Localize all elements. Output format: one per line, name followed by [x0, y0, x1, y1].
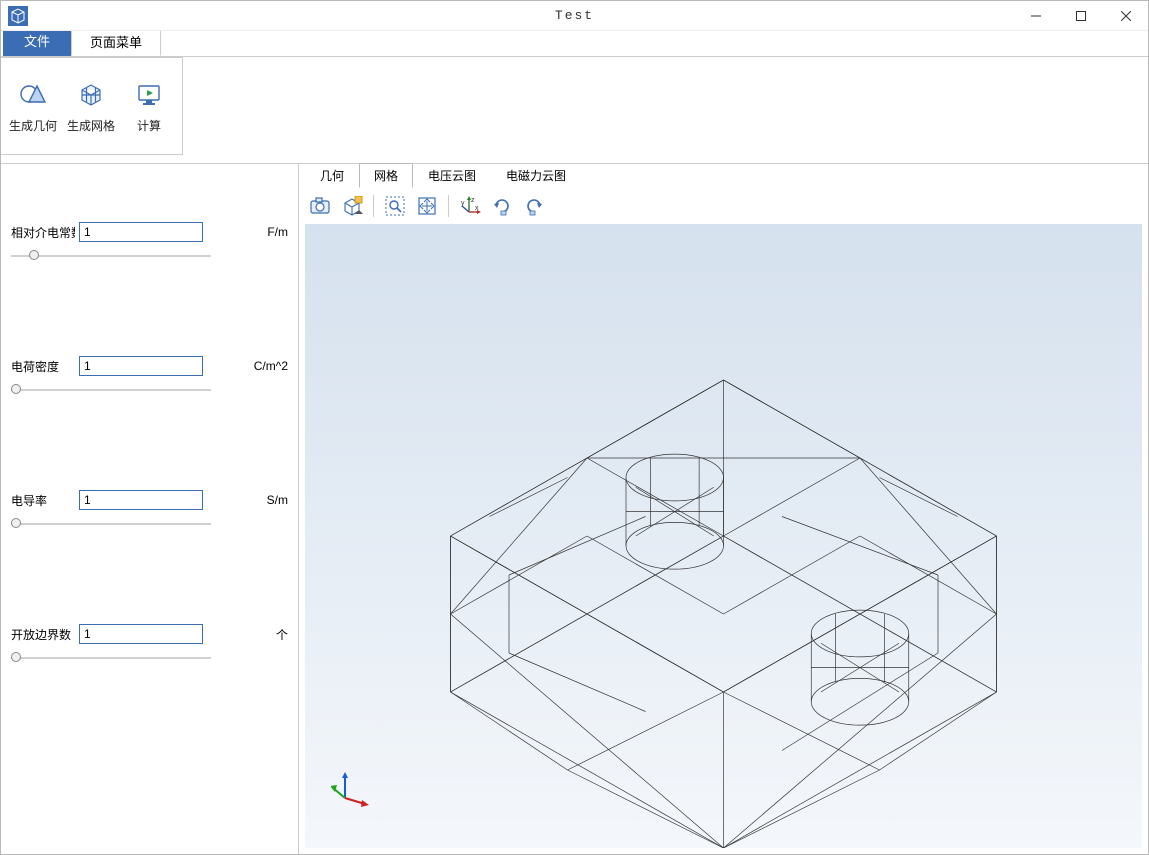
view-area: 几何 网格 电压云图 电磁力云图 — [299, 164, 1148, 854]
app-icon — [7, 5, 29, 27]
param-charge-density: 电荷密度 C/m^2 — [11, 356, 288, 398]
charge-density-label: 电荷密度 — [11, 358, 75, 375]
zoom-window-icon — [385, 196, 405, 216]
zoom-extents-button[interactable] — [412, 192, 442, 220]
main-area: 相对介电常数 F/m 电荷密度 C/m^2 — [1, 163, 1148, 854]
mesh-icon — [75, 79, 107, 111]
app-window: Test 文件 页面菜单 — [0, 0, 1149, 855]
open-boundary-slider[interactable] — [11, 650, 211, 666]
param-open-boundary: 开放边界数 个 — [11, 624, 288, 666]
charge-density-slider[interactable] — [11, 382, 211, 398]
view-tabs: 几何 网格 电压云图 电磁力云图 — [299, 164, 1148, 188]
charge-density-input[interactable] — [79, 356, 203, 376]
snapshot-button[interactable] — [305, 192, 335, 220]
view3d-button[interactable] — [337, 192, 367, 220]
tab-geometry[interactable]: 几何 — [305, 163, 359, 188]
minimize-button[interactable] — [1013, 1, 1058, 30]
generate-mesh-label: 生成网格 — [67, 117, 115, 134]
window-title: Test — [555, 8, 594, 23]
axis-triad — [331, 768, 371, 808]
rotate-ccw-button[interactable] — [519, 192, 549, 220]
rel-permittivity-label: 相对介电常数 — [11, 224, 75, 241]
zoom-window-button[interactable] — [380, 192, 410, 220]
geometry-icon — [17, 79, 49, 111]
axes-button[interactable]: z x y — [455, 192, 485, 220]
generate-geometry-button[interactable]: 生成几何 — [5, 75, 61, 138]
param-rel-permittivity: 相对介电常数 F/m — [11, 222, 288, 264]
axes-icon: z x y — [459, 196, 481, 216]
svg-text:y: y — [461, 200, 465, 207]
close-button[interactable] — [1103, 1, 1148, 30]
rel-permittivity-unit: F/m — [267, 225, 288, 239]
rotate-cw-button[interactable] — [487, 192, 517, 220]
toolbar-separator — [373, 195, 374, 217]
compute-button[interactable]: 计算 — [121, 75, 177, 138]
zoom-extents-icon — [417, 196, 437, 216]
open-boundary-unit: 个 — [276, 626, 288, 643]
charge-density-unit: C/m^2 — [254, 359, 288, 373]
tab-force[interactable]: 电磁力云图 — [491, 163, 581, 188]
rel-permittivity-input[interactable] — [79, 222, 203, 242]
ribbon-tabs: 文件 页面菜单 — [1, 31, 1148, 56]
open-boundary-input[interactable] — [79, 624, 203, 644]
side-panel: 相对介电常数 F/m 电荷密度 C/m^2 — [1, 164, 299, 854]
ribbon-panel-wrap: 生成几何 生成网格 计 — [1, 56, 1148, 155]
conductivity-slider[interactable] — [11, 516, 211, 532]
ribbon-panel: 生成几何 生成网格 计 — [1, 57, 183, 155]
svg-text:x: x — [475, 205, 479, 212]
viewport-3d[interactable] — [305, 224, 1142, 848]
tab-voltage[interactable]: 电压云图 — [413, 163, 491, 188]
camera-icon — [310, 197, 330, 215]
compute-label: 计算 — [137, 117, 161, 134]
generate-mesh-button[interactable]: 生成网格 — [63, 75, 119, 138]
param-conductivity: 电导率 S/m — [11, 490, 288, 532]
page-menu-tab[interactable]: 页面菜单 — [71, 27, 161, 56]
titlebar: Test — [1, 1, 1148, 31]
conductivity-label: 电导率 — [11, 492, 75, 509]
open-boundary-label: 开放边界数 — [11, 626, 75, 643]
compute-icon — [133, 79, 165, 111]
conductivity-input[interactable] — [79, 490, 203, 510]
cube-view-icon — [341, 196, 363, 216]
svg-text:z: z — [471, 197, 475, 204]
maximize-button[interactable] — [1058, 1, 1103, 30]
window-controls — [1013, 1, 1148, 30]
toolbar-separator — [448, 195, 449, 217]
conductivity-unit: S/m — [267, 493, 288, 507]
rotate-ccw-icon — [524, 196, 544, 216]
rel-permittivity-slider[interactable] — [11, 248, 211, 264]
rotate-cw-icon — [492, 196, 512, 216]
generate-geometry-label: 生成几何 — [9, 117, 57, 134]
view-toolbar: z x y — [299, 188, 1148, 224]
tab-mesh[interactable]: 网格 — [359, 163, 413, 188]
mesh-wireframe — [305, 224, 1142, 848]
